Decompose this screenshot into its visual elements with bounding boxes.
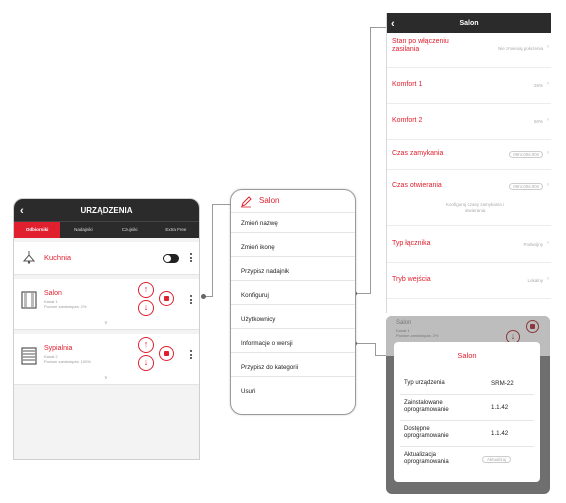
setting-row-komfort-2[interactable]: Komfort 2 50% › (387, 103, 551, 140)
menu-title: Salon (259, 196, 280, 205)
info-value: 1.1.42 (491, 430, 509, 437)
setting-row-switch-type[interactable]: Typ łącznika Podwójny › (387, 226, 551, 263)
chevron-right-icon: › (547, 44, 549, 50)
setting-value: Podwójny (523, 242, 543, 247)
setting-label: Stan po włączeniu zasilania (392, 38, 449, 53)
more-icon[interactable] (190, 350, 192, 361)
info-value: 1.1.42 (491, 404, 509, 411)
stop-button[interactable] (159, 291, 174, 306)
pencil-icon (241, 196, 252, 208)
tab-extra-free[interactable]: Extra Free (153, 222, 199, 238)
menu-item-usun[interactable]: Usuń (241, 388, 255, 395)
settings-title: Salon (459, 20, 479, 27)
setting-value: 25% (533, 83, 543, 88)
blind-icon (21, 347, 37, 365)
tab-nadajniki[interactable]: Nadajniki (60, 222, 106, 238)
chevron-down-icon: ∨ (104, 375, 108, 381)
menu-item-zmien-ikone[interactable]: Zmień ikonę (241, 244, 275, 251)
devices-header: ‹ URZĄDZENIA (14, 199, 199, 221)
device-name: Salon (396, 320, 412, 326)
back-icon[interactable]: ‹ (20, 199, 24, 223)
device-level: Poziom zamknięcia: 100% (44, 359, 91, 364)
blind-icon (21, 291, 37, 309)
stop-button (526, 320, 539, 333)
menu-item-konfiguruj[interactable]: Konfiguruj (241, 292, 269, 299)
device-name: Salon (44, 290, 62, 297)
info-label: Aktualizacja oprogramowania (404, 452, 449, 465)
open-button[interactable]: ↑ (138, 282, 154, 298)
dialog-title: Salon (457, 351, 477, 360)
menu-item-uzytkownicy[interactable]: Użytkownicy (241, 316, 275, 323)
chevron-right-icon: › (547, 182, 549, 188)
setting-value[interactable]: 00m:00s:00s (509, 151, 543, 158)
connector-line (370, 27, 371, 294)
devices-title: URZĄDZENIA (80, 206, 133, 215)
close-button[interactable]: ↓ (138, 355, 154, 371)
info-label: Dostępne oprogramowanie (404, 426, 449, 439)
info-value: SRM-22 (491, 380, 514, 387)
device-row-sypialnia[interactable]: Sypialnia Kanał 2 Poziom zamknięcia: 100… (14, 334, 199, 385)
chevron-right-icon: › (547, 150, 549, 156)
back-icon[interactable]: ‹ (391, 13, 395, 35)
version-info-dialog: Salon Typ urządzenia SRM-22 Zainstalowan… (394, 342, 540, 482)
lamp-icon (22, 251, 36, 264)
setting-row-power-on-state[interactable]: Stan po włączeniu zasilania Nie zmieniaj… (387, 33, 551, 68)
device-level: Poziom zamknięcia: 2% (396, 333, 439, 338)
setting-value[interactable]: 00m:00s:00s (509, 183, 543, 190)
setting-label: Czas zamykania (392, 150, 444, 157)
menu-item-przypisz-nadajnik[interactable]: Przypisz nadajnik (241, 268, 289, 275)
device-name: Sypialnia (44, 345, 73, 352)
setting-label: Tryb wejścia (392, 276, 431, 283)
connector-line (354, 343, 376, 344)
info-label: Typ urządzenia (404, 380, 445, 386)
chevron-right-icon: › (547, 117, 549, 123)
close-button[interactable]: ↓ (138, 300, 154, 316)
settings-header: ‹ Salon (387, 13, 551, 33)
connector-line (375, 343, 376, 355)
chevron-right-icon: › (547, 240, 549, 246)
connector-dot (201, 294, 206, 299)
update-button[interactable]: Aktualizuj (482, 456, 512, 463)
tab-odbiorniki[interactable]: Odbiorniki (14, 222, 61, 238)
setting-label: Czas otwierania (392, 182, 442, 189)
connector-line (212, 204, 213, 297)
setting-value: Lokalny (527, 278, 543, 283)
group-toggle[interactable] (163, 254, 179, 263)
open-button[interactable]: ↑ (138, 337, 154, 353)
setting-row-komfort-1[interactable]: Komfort 1 25% › (387, 67, 551, 104)
settings-screen: ‹ Salon Stan po włączeniu zasilania Nie … (386, 13, 551, 313)
setting-row-closing-time[interactable]: Czas zamykania 00m:00s:00s › (387, 139, 551, 170)
device-row-salon[interactable]: Salon Kanał 1 Poziom zamknięcia: 2% ↑ ↓ … (14, 279, 199, 330)
setting-value: Nie zmieniaj położenia (497, 46, 543, 51)
info-label: Zainstalowane oprogramowanie (404, 400, 449, 413)
connector-line (375, 355, 386, 356)
group-row-kuchnia[interactable]: Kuchnia (14, 242, 199, 275)
tab-czujniki[interactable]: Czujniki (107, 222, 153, 238)
more-icon[interactable] (190, 295, 192, 306)
chevron-right-icon: › (547, 276, 549, 282)
more-icon[interactable] (190, 253, 192, 264)
setting-value: 50% (533, 119, 543, 124)
setting-row-input-mode[interactable]: Tryb wejścia Lokalny › (387, 262, 551, 299)
menu-item-zmien-nazwe[interactable]: Zmień nazwę (241, 220, 278, 227)
group-name: Kuchnia (44, 253, 72, 262)
chevron-right-icon: › (547, 81, 549, 87)
configure-times-hint[interactable]: Konfiguruj czasy zamykania i otwierania (439, 202, 511, 214)
chevron-down-icon: ∨ (104, 320, 108, 326)
stop-button[interactable] (159, 346, 174, 361)
setting-label: Typ łącznika (392, 240, 431, 247)
device-tabs: Odbiorniki Nadajniki Czujniki Extra Free (14, 221, 199, 238)
device-level: Poziom zamknięcia: 2% (44, 304, 87, 309)
setting-label: Komfort 1 (392, 81, 423, 88)
setting-row-opening-time[interactable]: Czas otwierania 00m:00s:00s › (387, 169, 551, 199)
device-context-menu: Salon Zmień nazwę Zmień ikonę Przypisz n… (230, 189, 356, 415)
version-info-overlay: Salon Kanał 1 Poziom zamknięcia: 2% ↓ Sa… (386, 316, 550, 494)
menu-item-przypisz-do-kategorii[interactable]: Przypisz do kategorii (241, 364, 298, 371)
menu-item-informacje-o-wersji[interactable]: Informacje o wersji (241, 340, 293, 347)
connector-line (212, 204, 230, 205)
connector-line (370, 27, 386, 28)
devices-screen: ‹ URZĄDZENIA Odbiorniki Nadajniki Czujni… (13, 198, 200, 460)
setting-label: Komfort 2 (392, 117, 423, 124)
